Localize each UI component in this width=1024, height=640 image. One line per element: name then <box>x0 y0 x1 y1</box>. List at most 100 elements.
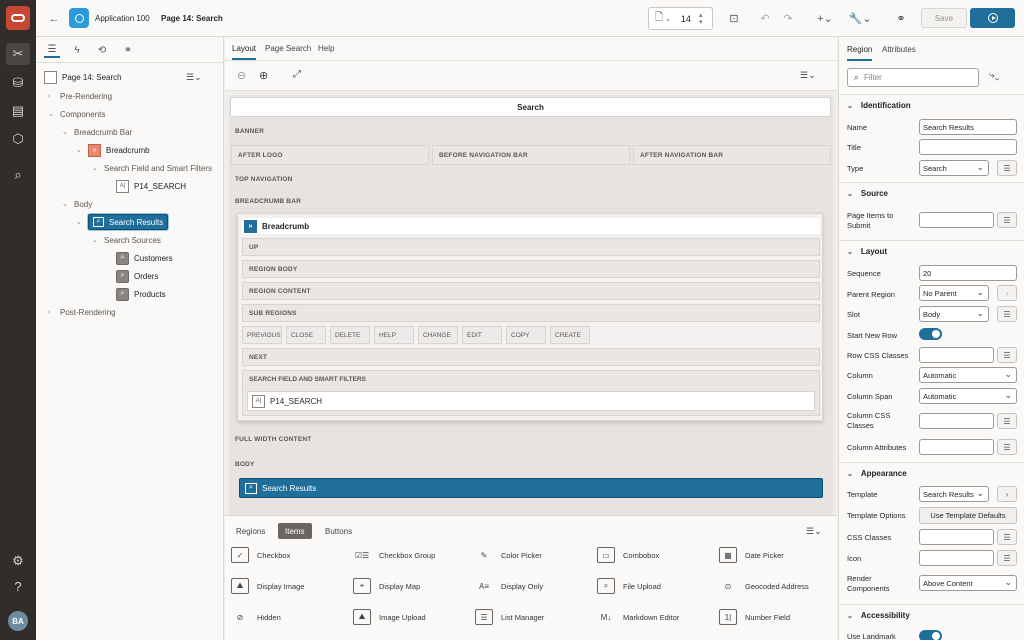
tree-item-products[interactable]: ⌕ Products <box>116 285 166 303</box>
gallery-menu-icon[interactable]: ☰⌄ <box>806 526 822 537</box>
list-icon[interactable]: ☰ <box>997 529 1017 545</box>
tree-item-post-rendering[interactable]: › Post-Rendering <box>48 303 116 321</box>
slot-previous[interactable]: PREVIOUS <box>242 326 282 344</box>
type-select[interactable]: Search <box>919 160 989 176</box>
column-css-field[interactable] <box>919 413 994 429</box>
slot-before-navigation-bar[interactable]: BEFORE NAVIGATION BAR <box>432 145 630 165</box>
slot-after-navigation-bar[interactable]: AFTER NAVIGATION BAR <box>633 145 831 165</box>
slot-create[interactable]: CREATE <box>550 326 590 344</box>
slot-copy[interactable]: COPY <box>506 326 546 344</box>
help-icon[interactable]: ? <box>6 575 30 597</box>
tab-items[interactable]: Items <box>278 523 312 539</box>
search-bar-region[interactable]: Search <box>230 97 831 117</box>
gallery-item-checkbox-group[interactable]: ☑☰ Checkbox Group <box>353 545 435 565</box>
gallery-item-image-upload[interactable]: ⛰ Image Upload <box>353 607 426 627</box>
list-icon[interactable]: ☰ <box>997 160 1017 176</box>
section-source[interactable]: ⌄ Source <box>839 182 1024 204</box>
column-span-select[interactable]: Automatic <box>919 388 1017 404</box>
chevron-down-icon[interactable]: ⌄ <box>76 146 84 154</box>
zoom-in-icon[interactable]: ⊕ <box>259 69 268 82</box>
tab-page-search[interactable]: Page Search <box>265 44 311 53</box>
chevron-down-icon[interactable]: ⌄ <box>48 110 56 118</box>
slot-next[interactable]: NEXT <box>242 348 820 366</box>
gallery-item-date-picker[interactable]: ▦ Date Picker <box>719 545 784 565</box>
app-builder-icon[interactable]: ✂ <box>6 43 30 65</box>
application-icon[interactable] <box>69 8 89 28</box>
column-attributes-field[interactable] <box>919 439 994 455</box>
slot-region-content[interactable]: REGION CONTENT <box>242 282 820 300</box>
slot-banner[interactable]: BANNER <box>229 123 833 139</box>
sequence-field[interactable]: 20 <box>919 265 1017 281</box>
chevron-down-icon[interactable]: ⌄ <box>76 218 84 226</box>
layout-menu-icon[interactable]: ☰⌄ <box>800 70 816 81</box>
page-selector[interactable]: 🗋 ⌄ 14 ▴ ▾ <box>648 7 713 30</box>
lock-icon[interactable]: ⊡ <box>724 8 744 29</box>
slot-edit[interactable]: EDIT <box>462 326 502 344</box>
shared-components-tab-icon[interactable]: ⚭ <box>120 42 136 58</box>
row-css-field[interactable] <box>919 347 994 363</box>
gallery-item-list-manager[interactable]: ☰ List Manager <box>475 607 544 627</box>
section-accessibility[interactable]: ⌄ Accessibility <box>839 604 1024 626</box>
gallery-item-combobox[interactable]: ▭ Combobox <box>597 545 659 565</box>
tree-item-customers[interactable]: ⌕ Customers <box>116 249 173 267</box>
slot-breadcrumb-bar[interactable]: BREADCRUMB BAR <box>229 193 833 209</box>
start-new-row-toggle[interactable] <box>919 328 942 340</box>
tab-regions[interactable]: Regions <box>229 523 272 539</box>
gallery-item-color-picker[interactable]: ✎ Color Picker <box>475 545 542 565</box>
zoom-out-icon[interactable]: ⊖ <box>237 69 246 82</box>
tree-item-breadcrumb-bar[interactable]: ⌄ Breadcrumb Bar <box>62 123 132 141</box>
gallery-item-display-image[interactable]: ⛰ Display Image <box>231 576 305 596</box>
list-icon[interactable]: ☰ <box>997 347 1017 363</box>
tree-menu-icon[interactable]: ☰⌄ <box>186 72 202 83</box>
breadcrumb-region-header[interactable]: » Breadcrumb <box>242 218 820 234</box>
tab-layout[interactable]: Layout <box>232 44 257 60</box>
column-select[interactable]: Automatic <box>919 367 1017 383</box>
save-button[interactable]: Save <box>921 8 967 28</box>
chevron-right-icon[interactable]: › <box>997 285 1017 301</box>
list-icon[interactable]: ☰ <box>997 550 1017 566</box>
p14-search-item[interactable]: A| P14_SEARCH <box>247 391 815 411</box>
list-icon[interactable]: ☰ <box>997 413 1017 429</box>
gallery-item-checkbox[interactable]: ✓ Checkbox <box>231 545 290 565</box>
tab-attributes[interactable]: Attributes <box>882 45 916 54</box>
tree-item-search-sources[interactable]: ⌄ Search Sources <box>92 231 161 249</box>
css-classes-field[interactable] <box>919 529 994 545</box>
tree-item-search-field-slot[interactable]: ⌄ Search Field and Smart Filters <box>92 159 212 177</box>
slot-full-width-content[interactable]: FULL WIDTH CONTENT <box>229 431 833 447</box>
breadcrumb-region[interactable]: » Breadcrumb UP REGION BODY REGION CONTE… <box>237 213 823 421</box>
undo-icon[interactable]: ↶ <box>755 8 775 29</box>
gallery-item-markdown-editor[interactable]: M↓ Markdown Editor <box>597 607 680 627</box>
search-icon[interactable]: ⌕ <box>6 164 30 186</box>
gallery-item-geocoded-address[interactable]: ⊙ Geocoded Address <box>719 576 809 596</box>
chevron-down-icon[interactable]: ⌄ <box>62 200 70 208</box>
list-icon[interactable]: ☰ <box>997 439 1017 455</box>
list-icon[interactable]: ☰ <box>997 212 1017 228</box>
application-name[interactable]: Application 100 <box>95 14 150 23</box>
gallery-item-file-upload[interactable]: ⌕ File Upload <box>597 576 661 596</box>
redo-icon[interactable]: ↷ <box>778 8 798 29</box>
chevron-right-icon[interactable]: › <box>997 486 1017 502</box>
slot-search-field-smart-filters[interactable]: SEARCH FIELD AND SMART FILTERS A| P14_SE… <box>242 370 820 416</box>
sql-workshop-icon[interactable]: ⛁ <box>6 72 30 94</box>
slot-help[interactable]: HELP <box>374 326 414 344</box>
parent-region-select[interactable]: No Parent <box>919 285 989 301</box>
page-number-input[interactable]: 14 <box>681 14 691 24</box>
utilities-menu-icon[interactable]: 🔧⌄ <box>848 8 872 29</box>
tree-item-search-results[interactable]: ⌄ ⌕ Search Results <box>76 213 169 231</box>
chevron-down-icon[interactable]: ⌄ <box>92 236 100 244</box>
slot-top-navigation[interactable]: TOP NAVIGATION <box>229 171 833 187</box>
avatar[interactable]: BA <box>8 611 28 631</box>
tree-root[interactable]: Page 14: Search <box>44 68 122 86</box>
slot-select[interactable]: Body <box>919 306 989 322</box>
shared-components-icon[interactable]: ⚭ <box>891 8 911 29</box>
section-layout[interactable]: ⌄ Layout <box>839 240 1024 262</box>
filter-input[interactable]: ⌕ Filter <box>847 68 979 87</box>
slot-body[interactable]: BODY <box>229 456 833 472</box>
name-field[interactable]: Search Results <box>919 119 1017 135</box>
gallery-item-display-map[interactable]: ⌖ Display Map <box>353 576 420 596</box>
gallery-item-number-field[interactable]: 1| Number Field <box>719 607 790 627</box>
slot-change[interactable]: CHANGE <box>418 326 458 344</box>
go-to-group-icon[interactable]: ⤷⌄ <box>989 70 999 81</box>
tree-item-p14-search[interactable]: A| P14_SEARCH <box>116 177 186 195</box>
run-page-button[interactable] <box>970 8 1015 28</box>
